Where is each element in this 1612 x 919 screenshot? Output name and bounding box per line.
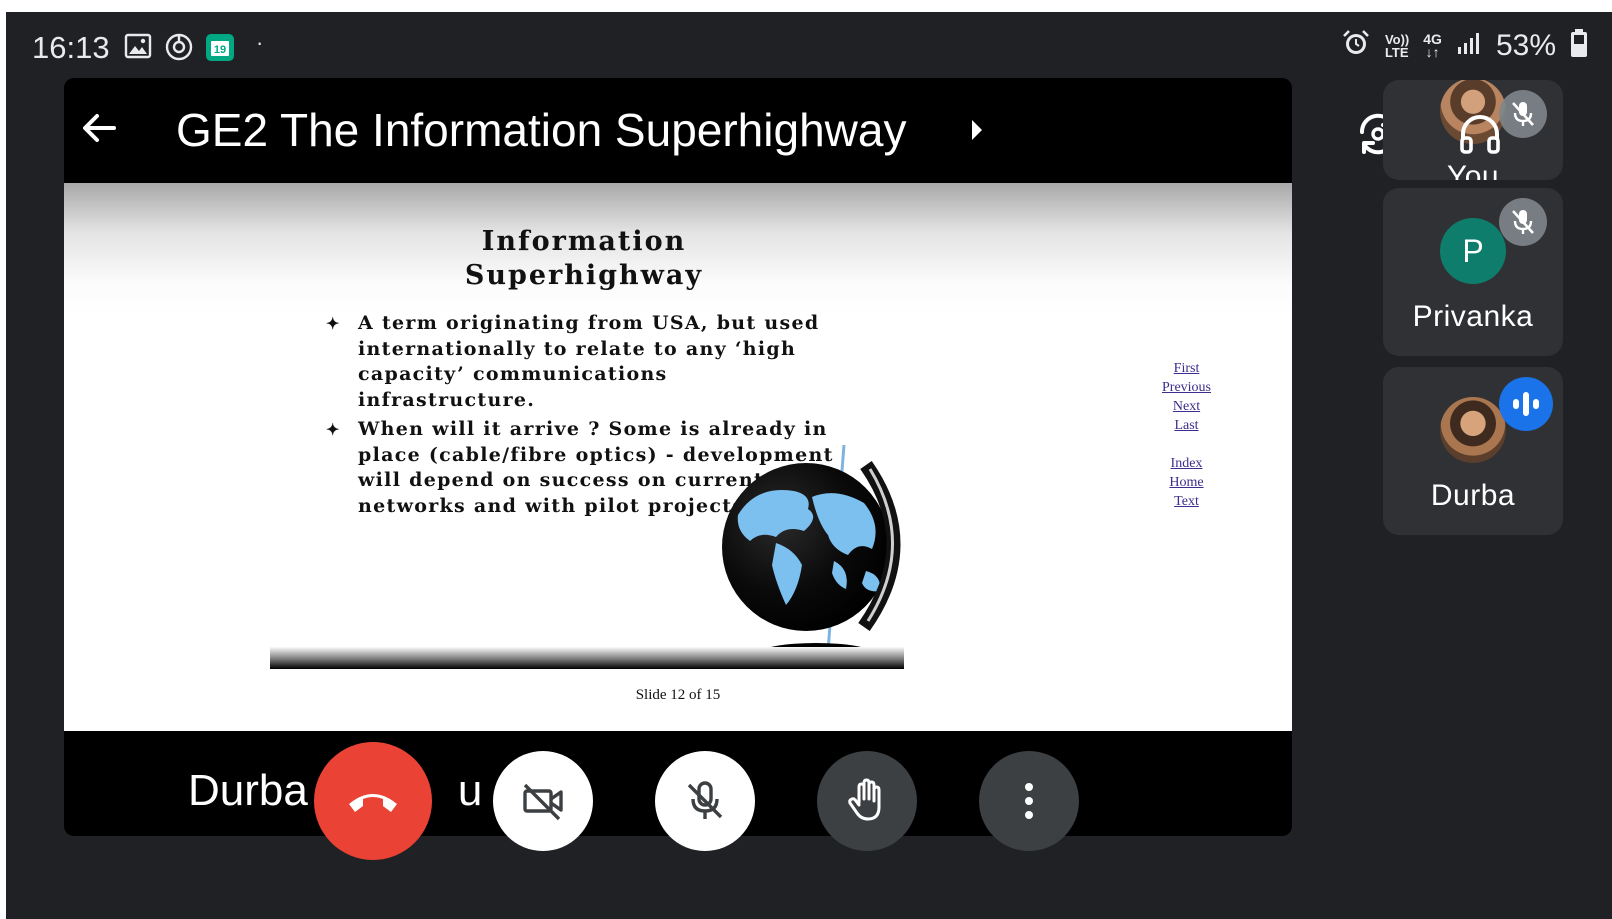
battery-percent: 53% [1495, 28, 1556, 62]
mic-off-icon [1512, 210, 1534, 234]
microphone-toggle-button[interactable] [655, 751, 755, 851]
screen: 16:13 19 · Vo)) LTE 4G ↓↑ 53% GE2 The In… [6, 12, 1612, 919]
meeting-title[interactable]: GE2 The Information Superhighway [176, 102, 906, 158]
presentation-stage: GE2 The Information Superhighway Informa… [64, 78, 1292, 836]
slide-link-index[interactable]: Index [1149, 454, 1224, 473]
presented-slide: Information Superhighway ✦ A term origina… [64, 183, 1292, 731]
avatar [1440, 397, 1506, 463]
audio-level-icon [1513, 392, 1539, 416]
globe-illustration [716, 444, 916, 670]
headphones-icon [1457, 110, 1503, 161]
4g-data-icon: 4G ↓↑ [1423, 30, 1442, 60]
participant-tile-you[interactable]: You [1383, 80, 1563, 180]
participant-name: You [1446, 160, 1500, 180]
participant-name: Privanka [1412, 300, 1534, 333]
mic-off-icon [687, 781, 723, 819]
calendar-icon: 19 [205, 32, 235, 67]
back-button[interactable] [70, 100, 126, 156]
alarm-icon [1341, 28, 1371, 63]
status-time: 16:13 [32, 30, 110, 65]
slide-link-first[interactable]: First [1149, 359, 1224, 378]
svg-text:19: 19 [214, 44, 226, 56]
end-call-button[interactable] [314, 742, 432, 860]
avatar: P [1440, 218, 1506, 284]
raise-hand-button[interactable] [817, 751, 917, 851]
slide-link-next[interactable]: Next [1149, 397, 1224, 416]
participant-name: Durba [1430, 479, 1516, 512]
slide-title: Information Superhighway [464, 226, 704, 291]
bullet-star-icon: ✦ [326, 420, 341, 439]
slide-counter: Slide 12 of 15 [635, 687, 721, 703]
slide-link-text[interactable]: Text [1149, 492, 1224, 511]
slide-link-last[interactable]: Last [1149, 416, 1224, 435]
muted-badge [1499, 90, 1547, 138]
participant-tile-privanka[interactable]: P Privanka [1383, 188, 1563, 356]
slide-floor-bar [270, 647, 904, 669]
slide-link-home[interactable]: Home [1149, 473, 1224, 492]
end-call-icon [349, 794, 397, 812]
notification-dot: · [256, 30, 264, 55]
more-options-button[interactable] [979, 751, 1079, 851]
more-vert-icon [1025, 783, 1033, 819]
hand-icon [848, 778, 881, 821]
bullet-star-icon: ✦ [326, 314, 341, 333]
circle-clock-icon [164, 32, 194, 67]
slide-bullet: ✦ A term originating from USA, but used i… [326, 312, 820, 411]
signal-icon [1456, 30, 1482, 61]
battery-icon [1570, 28, 1588, 63]
speaking-badge [1499, 377, 1553, 431]
participant-tile-durba[interactable]: Durba [1383, 367, 1563, 535]
muted-badge [1499, 198, 1547, 246]
gallery-icon [124, 32, 152, 65]
mic-off-icon [1512, 102, 1534, 126]
status-right-group: Vo)) LTE 4G ↓↑ 53% [1341, 28, 1588, 63]
slide-link-previous[interactable]: Previous [1149, 378, 1224, 397]
arrow-back-icon [83, 114, 116, 142]
caret-right-icon[interactable] [972, 120, 982, 140]
volte-icon: Vo)) LTE [1384, 31, 1410, 60]
camera-off-icon [523, 783, 563, 821]
slide-nav-links: First Previous Next Last Index Home Text [1149, 359, 1224, 511]
camera-toggle-button[interactable] [493, 751, 593, 851]
